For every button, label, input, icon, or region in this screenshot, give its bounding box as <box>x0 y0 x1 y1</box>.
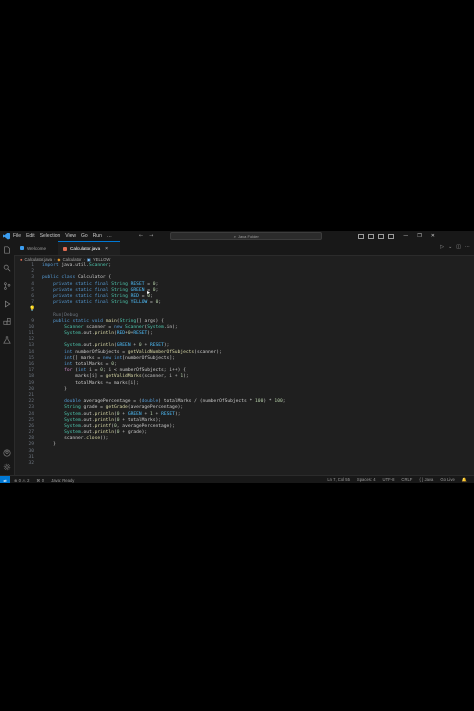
close-window-icon[interactable]: ✕ <box>431 233 435 239</box>
activity-bar <box>0 241 15 475</box>
tab-label: Calculator.java <box>70 246 101 251</box>
code-editor[interactable]: import java.util.Scanner; public class Ca… <box>42 263 432 467</box>
toggle-primary-sidebar-icon[interactable] <box>358 233 365 239</box>
language-mode[interactable]: { } Java <box>419 477 433 483</box>
indentation[interactable]: Spaces: 4 <box>357 477 376 483</box>
vscode-window: File Edit Selection View Go Run … ← → ⌕ … <box>0 231 474 483</box>
field-symbol-icon: ▣ <box>86 256 91 262</box>
account-icon[interactable] <box>3 449 11 457</box>
breadcrumb-member[interactable]: YELLOW <box>93 257 110 262</box>
search-icon[interactable] <box>3 264 11 272</box>
breadcrumb: ● Calculator.java › ◆ Calculator › ▣ YEL… <box>20 256 110 262</box>
code-line[interactable] <box>42 461 432 467</box>
extensions-icon[interactable] <box>3 318 11 326</box>
java-file-icon <box>63 246 67 251</box>
chevron-down-icon[interactable]: ⌄ <box>448 244 452 250</box>
class-symbol-icon: ◆ <box>57 256 61 262</box>
status-bar: ⇄ ⊗ 0 ⚠ 2 ⌘ 0 Java: Ready Ln 7, Col 55 S… <box>0 475 474 483</box>
source-control-icon[interactable] <box>3 282 11 290</box>
notifications-icon[interactable]: 🔔 <box>462 477 467 483</box>
tab-calculator-java[interactable]: Calculator.java × <box>58 241 120 255</box>
breadcrumb-file[interactable]: Calculator.java <box>25 257 52 262</box>
tab-label: Welcome <box>27 245 47 251</box>
remote-indicator[interactable]: ⇄ <box>0 476 10 483</box>
breadcrumb-class[interactable]: Calculator <box>63 257 82 262</box>
search-text: Java Folder <box>237 233 259 239</box>
menu-go[interactable]: Go <box>81 233 88 239</box>
split-editor-icon[interactable]: ◫ <box>456 244 461 250</box>
run-debug-icon[interactable] <box>3 300 11 308</box>
breadcrumb-separator: › <box>54 256 56 262</box>
vscode-logo-icon <box>3 232 10 240</box>
title-bar: File Edit Selection View Go Run … ← → ⌕ … <box>0 231 474 241</box>
gear-icon[interactable] <box>3 463 11 471</box>
more-actions-icon[interactable]: ⋯ <box>465 244 470 250</box>
menu-view[interactable]: View <box>65 233 76 239</box>
maximize-icon[interactable]: ❐ <box>417 233 421 239</box>
arrow-right-icon[interactable]: → <box>149 233 153 239</box>
tab-welcome[interactable]: Welcome <box>14 241 58 255</box>
customize-layout-icon[interactable] <box>388 233 395 239</box>
problems-indicator[interactable]: ⊗ 0 ⚠ 2 <box>14 478 29 483</box>
menu-run[interactable]: Run <box>93 233 102 239</box>
menu-file[interactable]: File <box>13 233 21 239</box>
java-file-icon: ● <box>20 256 23 262</box>
editor-actions: ▷ ⌄ ◫ ⋯ <box>440 244 470 250</box>
menu-more[interactable]: … <box>107 233 112 239</box>
explorer-icon[interactable] <box>3 246 11 254</box>
menu-selection[interactable]: Selection <box>40 233 61 239</box>
cursor-position[interactable]: Ln 7, Col 55 <box>327 477 350 483</box>
toggle-panel-icon[interactable] <box>368 233 375 239</box>
toggle-secondary-sidebar-icon[interactable] <box>378 233 385 239</box>
minimize-icon[interactable]: — <box>403 233 408 239</box>
breadcrumb-separator: › <box>83 256 85 262</box>
run-icon[interactable]: ▷ <box>440 244 444 250</box>
search-icon: ⌕ <box>233 233 236 239</box>
ports-indicator[interactable]: ⌘ 0 <box>36 478 44 483</box>
lightbulb-icon[interactable]: 💡 <box>29 306 35 312</box>
menu-edit[interactable]: Edit <box>26 233 35 239</box>
line-number: 32 <box>28 461 34 466</box>
close-icon[interactable]: × <box>105 246 108 252</box>
command-center-search[interactable]: ⌕ Java Folder <box>170 232 323 240</box>
encoding[interactable]: UTF-8 <box>383 477 395 483</box>
go-live-button[interactable]: Go Live <box>440 477 454 483</box>
end-of-line[interactable]: CRLF <box>401 477 412 483</box>
vscode-logo-icon <box>20 246 24 250</box>
mouse-cursor-icon: ▸ <box>147 289 151 296</box>
testing-icon[interactable] <box>3 336 11 344</box>
java-status[interactable]: Java: Ready <box>51 478 74 483</box>
editor-tab-bar: Welcome Calculator.java × ▷ ⌄ ◫ ⋯ <box>14 241 474 256</box>
arrow-left-icon[interactable]: ← <box>139 233 143 239</box>
line-number-gutter: 1 2 3 4 5 6 7 8 9 10 11 12 13 14 15 16 17 18 19 20 21 22 23 24 2… <box>14 263 36 467</box>
